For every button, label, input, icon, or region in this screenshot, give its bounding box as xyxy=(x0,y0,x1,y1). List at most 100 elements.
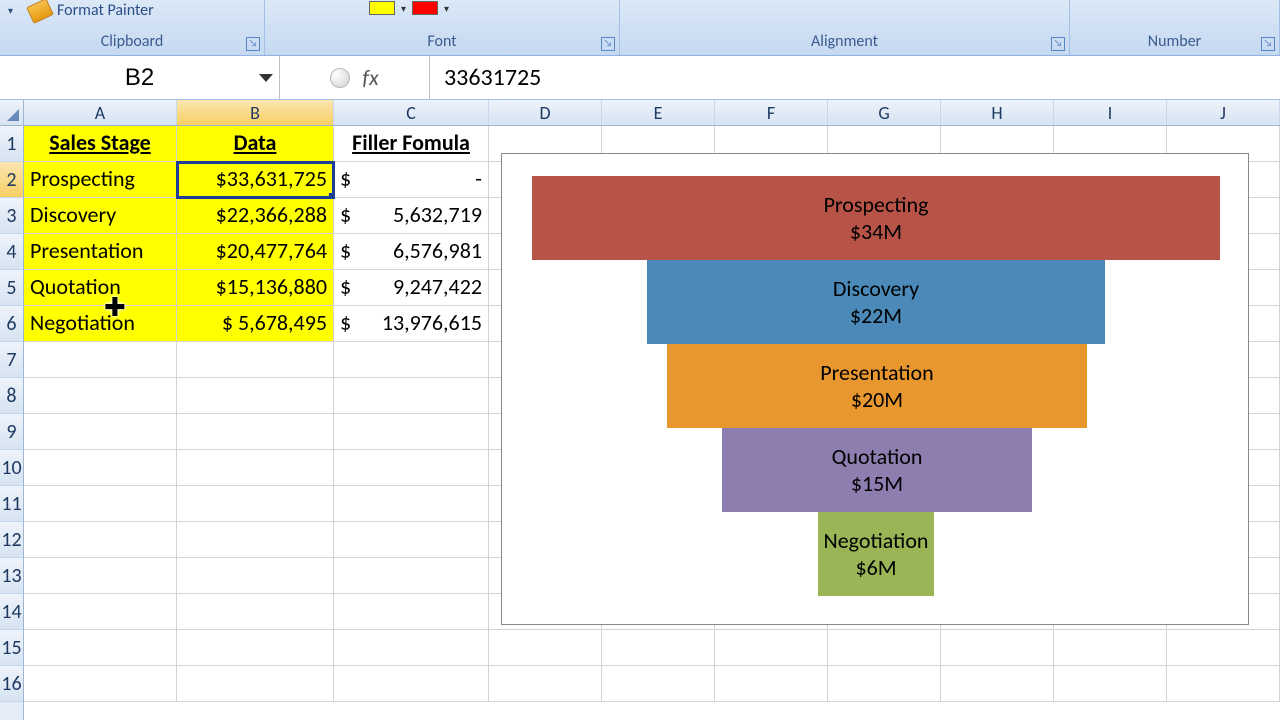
format-painter-icon[interactable] xyxy=(26,0,54,23)
cell[interactable] xyxy=(24,342,177,378)
cell[interactable] xyxy=(334,558,489,594)
cell[interactable] xyxy=(24,630,177,666)
cell[interactable] xyxy=(177,378,334,414)
formula-input[interactable]: 33631725 xyxy=(430,56,1280,99)
cell[interactable] xyxy=(489,630,602,666)
cell[interactable] xyxy=(24,414,177,450)
cell[interactable] xyxy=(715,630,828,666)
fill-color-swatch[interactable] xyxy=(369,1,395,15)
cell[interactable] xyxy=(177,558,334,594)
row-header[interactable]: 11 xyxy=(0,486,23,522)
cell[interactable] xyxy=(941,666,1054,702)
cell[interactable] xyxy=(1167,630,1280,666)
row-header[interactable]: 9 xyxy=(0,414,23,450)
dialog-launcher-icon[interactable]: ↘ xyxy=(1051,37,1065,51)
cell[interactable] xyxy=(941,630,1054,666)
cell[interactable] xyxy=(334,594,489,630)
cell[interactable] xyxy=(828,666,941,702)
row-header[interactable]: 1 xyxy=(0,126,23,162)
cell[interactable] xyxy=(177,522,334,558)
cell[interactable]: $20,477,764 xyxy=(177,234,334,270)
selected-cell[interactable]: $33,631,725 xyxy=(177,162,334,198)
row-header[interactable]: 4 xyxy=(0,234,23,270)
cell[interactable]: Quotation xyxy=(24,270,177,306)
cell[interactable] xyxy=(489,666,602,702)
cell[interactable] xyxy=(334,414,489,450)
cell[interactable] xyxy=(177,342,334,378)
row-header[interactable]: 3 xyxy=(0,198,23,234)
cell[interactable]: $9,247,422 xyxy=(334,270,489,306)
dialog-launcher-icon[interactable]: ↘ xyxy=(246,37,260,51)
row-header[interactable]: 6 xyxy=(0,306,23,342)
cell[interactable] xyxy=(334,666,489,702)
column-header[interactable]: B xyxy=(177,100,334,125)
cell[interactable] xyxy=(177,414,334,450)
row-header[interactable]: 16 xyxy=(0,666,23,702)
cell[interactable] xyxy=(1054,630,1167,666)
column-header[interactable]: F xyxy=(715,100,828,125)
cell[interactable] xyxy=(177,666,334,702)
dialog-launcher-icon[interactable]: ↘ xyxy=(1261,37,1275,51)
cell[interactable] xyxy=(828,630,941,666)
fx-icon[interactable]: fx xyxy=(362,64,378,91)
column-header[interactable]: D xyxy=(489,100,602,125)
column-header[interactable]: I xyxy=(1054,100,1167,125)
cell[interactable]: Discovery xyxy=(24,198,177,234)
column-header[interactable]: A xyxy=(24,100,177,125)
row-header[interactable]: 7 xyxy=(0,342,23,378)
dialog-launcher-icon[interactable]: ↘ xyxy=(601,37,615,51)
column-header[interactable]: J xyxy=(1167,100,1280,125)
paste-dropdown-icon[interactable]: ▾ xyxy=(8,4,13,17)
cell[interactable]: $- xyxy=(334,162,489,198)
cell[interactable]: Presentation xyxy=(24,234,177,270)
cell[interactable]: Prospecting xyxy=(24,162,177,198)
column-header[interactable]: G xyxy=(828,100,941,125)
cell[interactable] xyxy=(602,666,715,702)
format-painter-label[interactable]: Format Painter xyxy=(57,1,154,20)
cell[interactable] xyxy=(715,666,828,702)
cell[interactable] xyxy=(177,630,334,666)
column-header[interactable]: H xyxy=(941,100,1054,125)
cell[interactable] xyxy=(24,594,177,630)
cell[interactable] xyxy=(334,522,489,558)
cell[interactable]: $ 5,678,495 xyxy=(177,306,334,342)
select-all-corner[interactable] xyxy=(0,100,23,126)
row-header[interactable]: 12 xyxy=(0,522,23,558)
cell[interactable] xyxy=(334,378,489,414)
cell[interactable]: Data xyxy=(177,126,334,162)
cell[interactable] xyxy=(24,378,177,414)
cell[interactable]: $22,366,288 xyxy=(177,198,334,234)
cell[interactable] xyxy=(24,666,177,702)
row-header[interactable]: 5 xyxy=(0,270,23,306)
column-header[interactable]: E xyxy=(602,100,715,125)
font-color-dropdown-icon[interactable]: ▾ xyxy=(444,2,449,15)
cell[interactable]: Filler Fomula xyxy=(334,126,489,162)
funnel-chart[interactable]: Prospecting $34M Discovery $22M Presenta… xyxy=(501,153,1249,625)
row-header[interactable]: 8 xyxy=(0,378,23,414)
cell[interactable] xyxy=(334,486,489,522)
name-box[interactable]: B2 xyxy=(0,56,280,99)
cell[interactable] xyxy=(334,342,489,378)
cell[interactable] xyxy=(334,450,489,486)
cell[interactable] xyxy=(177,450,334,486)
cancel-icon[interactable] xyxy=(330,68,350,88)
cell[interactable]: $13,976,615 xyxy=(334,306,489,342)
row-header[interactable]: 10 xyxy=(0,450,23,486)
cell[interactable] xyxy=(24,558,177,594)
row-header[interactable]: 15 xyxy=(0,630,23,666)
cell[interactable] xyxy=(24,450,177,486)
cell[interactable] xyxy=(1167,666,1280,702)
cell[interactable]: Negotiation xyxy=(24,306,177,342)
cell[interactable]: Sales Stage xyxy=(24,126,177,162)
row-header[interactable]: 13 xyxy=(0,558,23,594)
cell[interactable] xyxy=(24,522,177,558)
cell[interactable] xyxy=(177,594,334,630)
cell[interactable] xyxy=(602,630,715,666)
column-header[interactable]: C xyxy=(334,100,489,125)
cell[interactable] xyxy=(334,630,489,666)
cell[interactable]: $6,576,981 xyxy=(334,234,489,270)
cell[interactable]: $5,632,719 xyxy=(334,198,489,234)
cell[interactable]: $15,136,880 xyxy=(177,270,334,306)
name-box-dropdown-icon[interactable] xyxy=(259,74,273,82)
cell[interactable] xyxy=(1054,666,1167,702)
